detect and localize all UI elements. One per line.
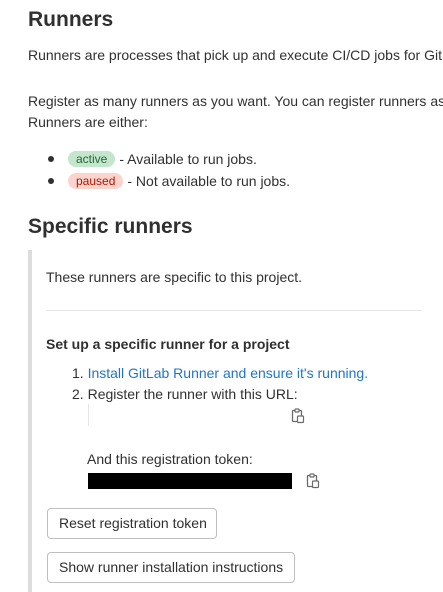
status-description-paused: - Not available to run jobs. (127, 173, 291, 189)
status-badge-paused: paused (68, 173, 124, 189)
divider (46, 310, 422, 311)
clipboard-icon[interactable] (306, 473, 320, 489)
setup-steps-list: 1. Install GitLab Runner and ensure it's… (72, 363, 368, 405)
bullet-dot (48, 156, 54, 162)
status-description-active: - Available to run jobs. (119, 151, 257, 167)
clipboard-icon[interactable] (291, 408, 305, 424)
specific-runners-heading: Specific runners (28, 215, 193, 238)
setup-runner-title: Set up a specific runner for a project (46, 336, 290, 352)
runner-status-list: active - Available to run jobs. paused -… (48, 148, 290, 192)
registration-token-value (88, 473, 292, 489)
setup-step-1: 1. Install GitLab Runner and ensure it's… (72, 365, 369, 381)
registration-token-label: And this registration token: (87, 451, 253, 467)
bullet-dot (48, 178, 54, 184)
runners-settings-page: Runners Runners are processes that pick … (0, 0, 443, 592)
register-url-text: Register the runner with this URL: (87, 386, 298, 402)
install-runner-link[interactable]: Install GitLab Runner and ensure it's ru… (88, 365, 369, 381)
reset-registration-token-button[interactable]: Reset registration token (47, 508, 217, 539)
registration-url-field[interactable] (88, 404, 289, 426)
runners-heading: Runners (28, 8, 114, 31)
status-item-active: active - Available to run jobs. (48, 148, 290, 170)
runners-either-text: Runners are either: (28, 114, 148, 130)
status-item-paused: paused - Not available to run jobs. (48, 170, 290, 192)
setup-step-2: 2. Register the runner with this URL: (72, 386, 298, 402)
specific-runners-description: These runners are specific to this proje… (46, 269, 303, 285)
register-info-text: Register as many runners as you want. Yo… (28, 93, 443, 109)
status-badge-active: active (68, 151, 116, 167)
show-installation-instructions-button[interactable]: Show runner installation instructions (47, 552, 295, 583)
runners-intro-text: Runners are processes that pick up and e… (28, 47, 443, 63)
specific-runners-panel: These runners are specific to this proje… (28, 250, 443, 592)
